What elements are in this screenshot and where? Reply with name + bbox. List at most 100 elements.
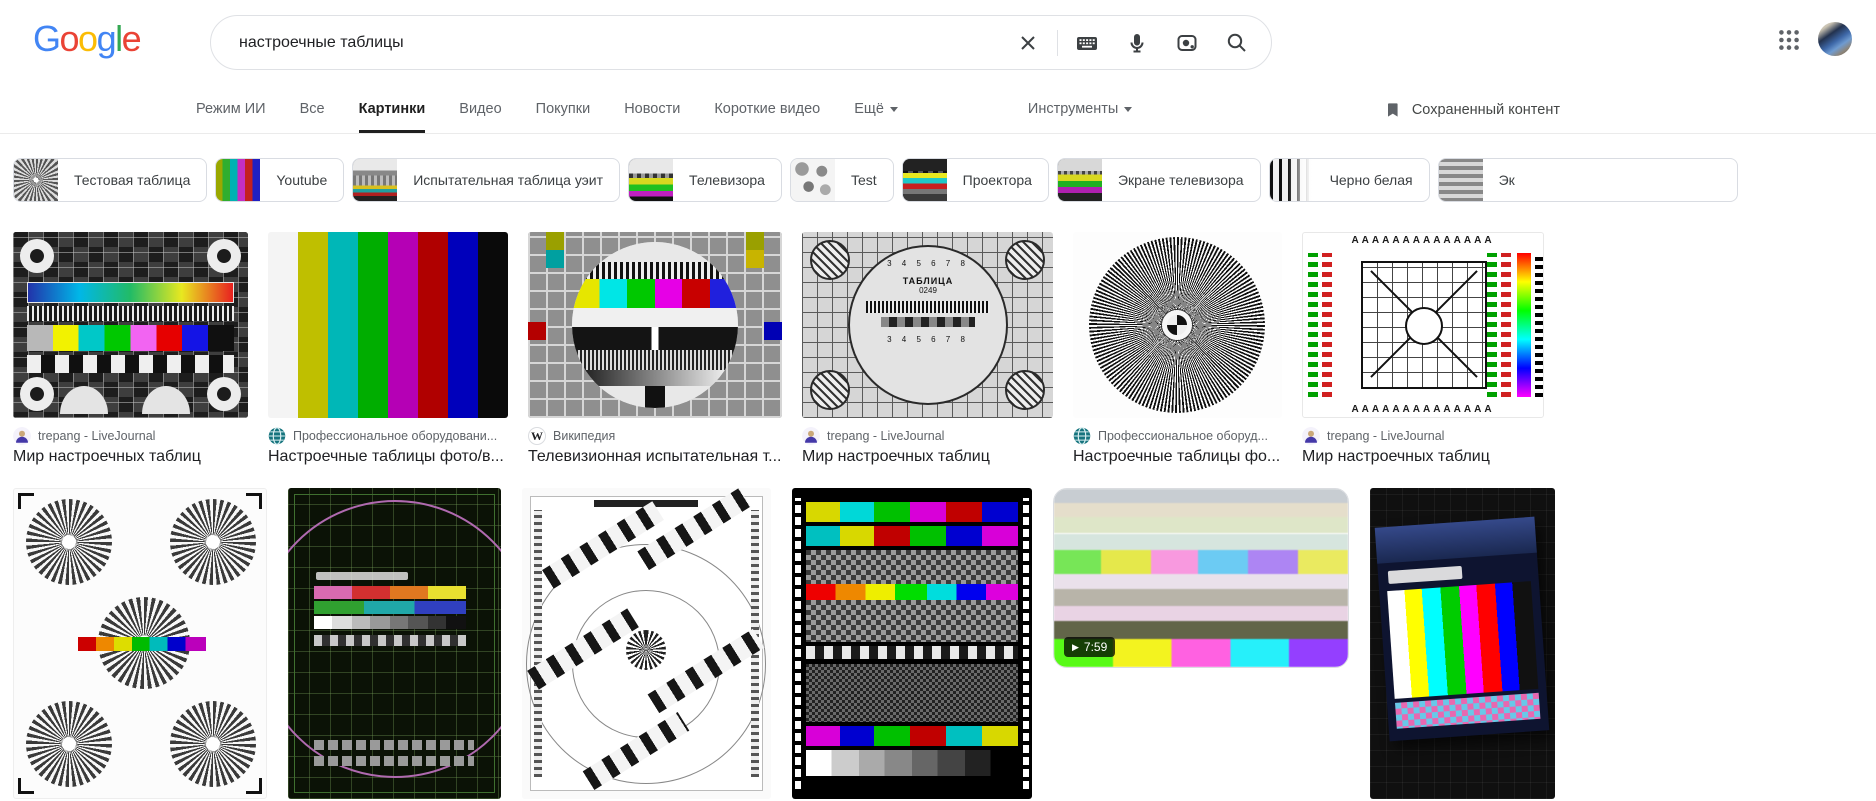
- mic-icon[interactable]: [1125, 31, 1149, 55]
- result-thumbnail[interactable]: [792, 488, 1032, 799]
- tab-all[interactable]: Все: [300, 86, 325, 133]
- pattern-layer: [207, 377, 241, 411]
- pattern-layer: [26, 701, 112, 787]
- tab-more[interactable]: Ещё: [854, 86, 898, 133]
- pattern-layer: [572, 278, 738, 309]
- clear-icon[interactable]: [1016, 31, 1040, 55]
- chip-ueit-table[interactable]: Испытательная таблица уэит: [352, 158, 621, 202]
- result-tabs: Режим ИИ Все Картинки Видео Покупки Ново…: [196, 86, 1133, 133]
- chip-projector[interactable]: Проектора: [901, 158, 1049, 202]
- image-result: Профессиональное оборудовани... Настроеч…: [268, 232, 508, 466]
- chip-test-table[interactable]: Тестовая таблица: [13, 158, 208, 202]
- image-result: [792, 488, 1032, 799]
- chip-partial[interactable]: Эк: [1437, 158, 1738, 202]
- result-source-label: Википедия: [553, 429, 616, 443]
- livejournal-icon: [1302, 427, 1320, 445]
- result-thumbnail[interactable]: [13, 232, 248, 418]
- pattern-layer: [810, 240, 850, 280]
- result-source[interactable]: Профессиональное оборуд...: [1073, 427, 1282, 445]
- pattern-layer: [207, 239, 241, 273]
- google-logo[interactable]: Google: [33, 18, 142, 60]
- apps-grid-icon[interactable]: [1776, 27, 1802, 53]
- result-caption: trepang - LiveJournal Мир настроечных та…: [13, 427, 248, 466]
- pattern-layer: [1005, 240, 1045, 280]
- chip-thumbnail: [1269, 159, 1314, 201]
- pattern-layer: [170, 499, 256, 585]
- pattern-layer: [1054, 549, 1348, 575]
- result-title[interactable]: Настроечные таблицы фо...: [1073, 448, 1282, 466]
- pattern-layer: [170, 701, 256, 787]
- chip-test[interactable]: Test: [789, 158, 894, 202]
- livejournal-icon: [802, 427, 820, 445]
- result-thumbnail[interactable]: [288, 488, 501, 799]
- result-thumbnail[interactable]: 3 4 5 6 7 8 ТАБЛИЦА 0249 3 4 5 6 7 8: [802, 232, 1053, 418]
- result-thumbnail[interactable]: [268, 232, 508, 418]
- related-filter-chips: Тестовая таблица Youtube Испытательная т…: [0, 158, 1876, 202]
- result-title[interactable]: Телевизионная испытательная т...: [528, 448, 782, 466]
- pattern-layer: [1054, 517, 1348, 534]
- lens-icon[interactable]: [1175, 31, 1199, 55]
- pattern-layer: [806, 584, 1018, 600]
- result-title[interactable]: Мир настроечных таблиц: [13, 448, 248, 466]
- profile-avatar[interactable]: [1818, 22, 1852, 56]
- saved-content-button[interactable]: Сохраненный контент: [1383, 86, 1560, 133]
- chip-youtube[interactable]: Youtube: [215, 158, 345, 202]
- logo-letter: e: [121, 18, 142, 59]
- result-thumbnail[interactable]: [528, 232, 782, 418]
- tab-short-videos[interactable]: Короткие видео: [714, 86, 820, 133]
- search-icon[interactable]: [1225, 31, 1249, 55]
- image-result: W Википедия Телевизионная испытательная …: [528, 232, 782, 466]
- pattern-layer: [865, 301, 991, 313]
- tab-label: Видео: [459, 101, 502, 117]
- chip-label: Телевизора: [689, 172, 765, 188]
- video-thumbnail[interactable]: ▶ 7:59: [1053, 488, 1349, 668]
- pattern-layer: [806, 502, 1018, 522]
- result-title[interactable]: Мир настроечных таблиц: [802, 448, 1053, 466]
- search-input[interactable]: [239, 33, 1003, 52]
- result-source-label: trepang - LiveJournal: [1327, 429, 1445, 443]
- result-thumbnail[interactable]: [522, 488, 771, 799]
- pattern-layer: [572, 369, 738, 387]
- tab-images[interactable]: Картинки: [358, 86, 426, 133]
- tools-button[interactable]: Инструменты: [1028, 86, 1133, 133]
- chip-thumbnail: [14, 159, 58, 201]
- pattern-layer: 3 4 5 6 7 8 ТАБЛИЦА 0249 3 4 5 6 7 8: [848, 245, 1008, 405]
- pattern-layer: [1054, 574, 1348, 589]
- pattern-layer: [314, 616, 466, 629]
- result-thumbnail[interactable]: [1370, 488, 1555, 799]
- pattern-layer: [1054, 503, 1348, 518]
- pattern-layer: [572, 308, 738, 327]
- pattern-layer: [1054, 620, 1348, 639]
- chip-tv-screen[interactable]: Экране телевизора: [1056, 158, 1261, 202]
- search-bar[interactable]: [210, 15, 1272, 70]
- result-thumbnail[interactable]: [1073, 232, 1282, 418]
- chip-tv[interactable]: Телевизора: [628, 158, 782, 202]
- result-thumbnail[interactable]: AAAAAAAAAAAAAA AAAAAAAAAAAAAA: [1302, 232, 1544, 418]
- result-thumbnail[interactable]: [13, 488, 267, 799]
- result-source[interactable]: trepang - LiveJournal: [802, 427, 1053, 445]
- tab-shopping[interactable]: Покупки: [536, 86, 591, 133]
- image-result: [13, 488, 267, 799]
- result-source[interactable]: W Википедия: [528, 427, 782, 445]
- image-result: [288, 488, 501, 799]
- chip-thumbnail: [790, 159, 835, 201]
- tab-label: Ещё: [854, 101, 884, 117]
- pattern-text: ТАБЛИЦА: [902, 276, 954, 286]
- result-source[interactable]: trepang - LiveJournal: [1302, 427, 1544, 445]
- result-title[interactable]: Настроечные таблицы фото/в...: [268, 448, 508, 466]
- pattern-text: AAAAAAAAAAAAAA: [1351, 235, 1495, 246]
- chip-black-white[interactable]: Черно белая: [1268, 158, 1430, 202]
- globe-icon: [268, 427, 286, 445]
- tab-label: Покупки: [535, 101, 591, 117]
- tab-videos[interactable]: Видео: [459, 86, 501, 133]
- pattern-layer: [572, 261, 738, 279]
- chip-label: Испытательная таблица уэит: [413, 172, 604, 188]
- tab-news[interactable]: Новости: [624, 86, 680, 133]
- keyboard-icon[interactable]: [1075, 31, 1099, 55]
- result-source[interactable]: Профессиональное оборудовани...: [268, 427, 508, 445]
- result-title[interactable]: Мир настроечных таблиц: [1302, 448, 1544, 466]
- result-source[interactable]: trepang - LiveJournal: [13, 427, 248, 445]
- pattern-layer: [806, 750, 1018, 776]
- tab-ai-mode[interactable]: Режим ИИ: [196, 86, 266, 133]
- search-divider: [1057, 29, 1058, 56]
